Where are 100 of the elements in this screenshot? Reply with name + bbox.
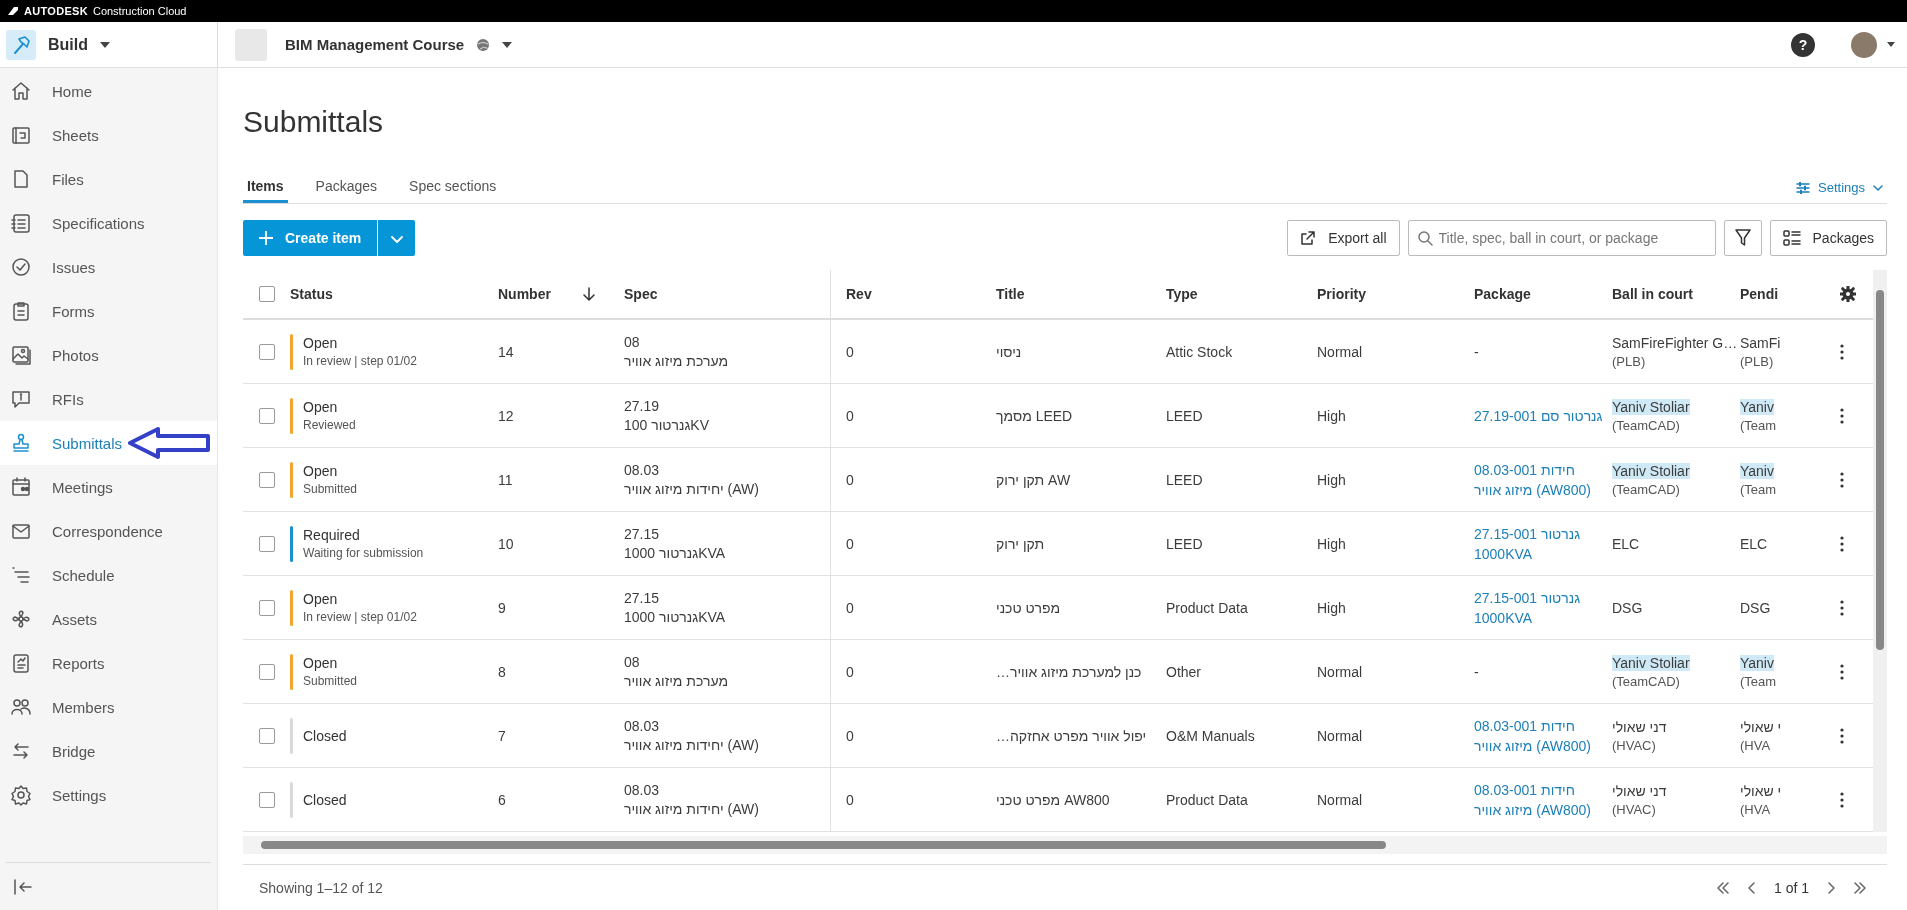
spec-name: גנרטור 1000KVA [624,545,726,561]
column-header[interactable]: Package [1474,286,1531,302]
checkbox[interactable] [259,535,275,552]
title-text: …כנן למערכת מיזוג אוויר [996,663,1142,680]
create-dropdown-button[interactable] [377,220,416,256]
sidebar-item[interactable]: Assets [0,597,217,641]
sidebar-item[interactable]: Files [0,157,217,201]
sidebar-item[interactable]: RFIs [0,377,217,421]
caret-icon[interactable] [502,41,513,48]
more-icon[interactable] [1840,791,1844,808]
more-icon[interactable] [1840,599,1844,616]
column-header[interactable]: Type [1166,286,1198,302]
package-link[interactable]: 27.15-001 גנרטור 1000KVA [1474,587,1606,628]
brand-name: AUTODESK [24,5,88,17]
last-page-icon[interactable] [1853,881,1867,894]
help-button[interactable]: ? [1791,32,1815,57]
column-header[interactable]: Status [290,286,333,302]
checkbox[interactable] [259,407,275,424]
team-name: (PLB) [1612,353,1646,369]
filter-button[interactable] [1723,220,1762,256]
sidebar-item[interactable]: Correspondence [0,509,217,553]
sidebar-item[interactable]: Members [0,685,217,729]
column-header[interactable]: Title [996,286,1025,302]
spec-name: יחידות מיזוג אוויר (AW) [624,737,759,753]
settings-icon[interactable] [1840,286,1856,302]
more-icon[interactable] [1840,471,1844,488]
caret-icon[interactable] [1887,42,1895,47]
number-text: 11 [498,471,513,488]
tab[interactable]: Packages [311,172,382,203]
hammer-icon[interactable] [6,29,36,60]
package-link[interactable]: 27.15-001 גנרטור 1000KVA [1474,523,1606,564]
status-detail: Waiting for submission [303,546,424,560]
package-link[interactable]: 08.03-001 חידות מיזוג אוויר (AW800) [1474,459,1606,500]
first-page-icon[interactable] [1715,881,1730,894]
next-page-icon[interactable] [1827,881,1835,894]
sidebar-item[interactable]: Forms [0,289,217,333]
sidebar-item[interactable]: Sheets [0,113,217,157]
checkbox[interactable] [259,663,275,680]
sidebar-item[interactable]: Schedule [0,553,217,597]
tab[interactable]: Items [243,172,288,203]
tab[interactable]: Spec sections [405,172,501,203]
more-icon[interactable] [1840,727,1844,744]
search-field[interactable]: Title, spec, ball in court, or package [1407,220,1716,256]
sidebar-item[interactable]: Issues [0,245,217,289]
export-icon [1300,230,1317,246]
more-icon[interactable] [1840,663,1844,680]
collapse-icon[interactable] [12,877,34,896]
column-header[interactable]: Pendi [1740,286,1779,302]
checkbox[interactable] [259,343,275,360]
more-icon[interactable] [1840,535,1844,552]
checkbox[interactable] [259,286,275,302]
package-text: - [1474,343,1479,360]
sidebar-item[interactable]: Photos [0,333,217,377]
team-name: (PLB) [1740,353,1774,369]
sidebar-item[interactable]: Bridge [0,729,217,773]
sort-arrow-icon[interactable] [582,287,595,301]
status-text: Closed [303,791,347,808]
package-link[interactable]: 27.19-001 גנרטור סם [1474,405,1603,426]
package-link[interactable]: 08.03-001 חידות מיזוג אוויר (AW800) [1474,779,1606,820]
sidebar-item[interactable]: Specifications [0,201,217,245]
project-name[interactable]: BIM Management Course [285,36,465,53]
checkbox[interactable] [259,471,275,488]
column-header[interactable]: Priority [1317,286,1366,302]
person-name: ELC [1612,535,1640,552]
settings-link[interactable]: Settings [1796,172,1887,203]
more-icon[interactable] [1840,343,1844,360]
logo-icon [7,6,19,16]
package-link[interactable]: 08.03-001 חידות מיזוג אוויר (AW800) [1474,715,1606,756]
column-header[interactable]: Spec [624,286,658,302]
sidebar-item[interactable]: Meetings [0,465,217,509]
person-name: SamFireFighter G… [1612,334,1738,351]
person-name: Yaniv [1740,462,1774,479]
title-text: מפרט טכני AW800 [996,791,1110,808]
sidebar-item[interactable]: Reports [0,641,217,685]
app-switcher[interactable]: Build [48,35,88,54]
sidebar-item[interactable]: Home [0,69,217,113]
checkbox[interactable] [259,599,275,616]
checkbox[interactable] [259,791,275,808]
avatar[interactable] [1851,31,1877,58]
previous-page-icon[interactable] [1747,881,1756,894]
person-name: Yaniv Stoliar [1612,398,1690,415]
caret-icon[interactable] [100,41,110,48]
vertical-scrollbar[interactable] [1873,270,1887,832]
column-header[interactable]: Number [498,286,551,302]
spec-name: מערכת מיזוג אוויר [624,673,728,689]
packages-button[interactable]: Packages [1769,220,1887,256]
more-icon[interactable] [1840,407,1844,424]
checkbox[interactable] [259,727,275,744]
number-text: 7 [498,727,506,744]
column-header[interactable]: Rev [846,286,872,302]
person-name: SamFi [1740,334,1781,351]
sidebar-item[interactable]: Settings [0,773,217,817]
export-all-button[interactable]: Export all [1287,220,1400,256]
sidebar-item[interactable]: Submittals [0,421,217,465]
image-icon [10,344,32,366]
team-name: (HVAC) [1612,737,1656,753]
horizontal-scrollbar[interactable] [243,836,1887,854]
gear-icon [10,784,32,806]
person-name: י שאולי [1740,718,1782,735]
column-header[interactable]: Ball in court [1612,286,1693,302]
